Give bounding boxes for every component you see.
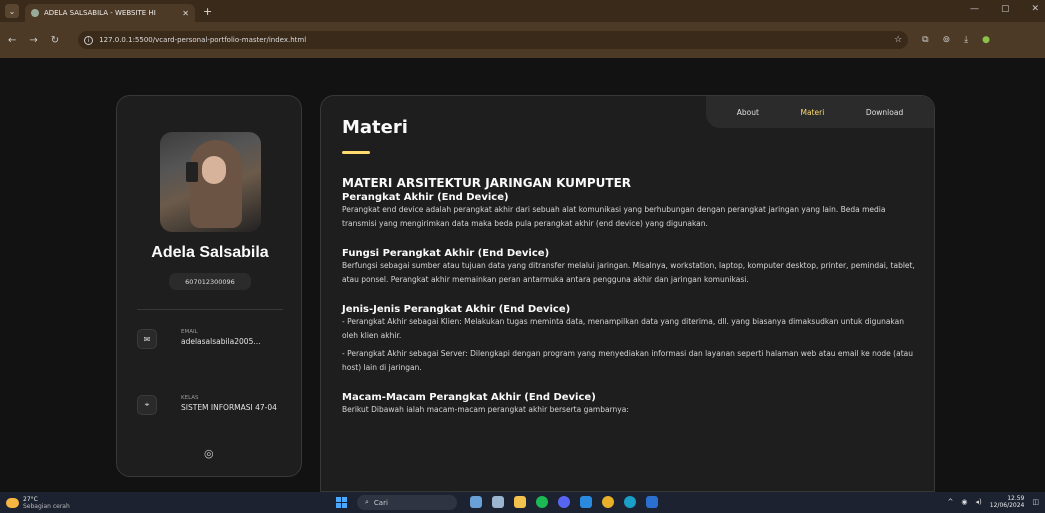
clock-date: 12/06/2024 <box>989 502 1025 509</box>
nim-badge: 607012300096 <box>169 273 251 290</box>
chrome-icon[interactable] <box>602 496 614 508</box>
weather-desc: Sebagian cerah <box>23 502 70 510</box>
nav-materi[interactable]: Materi <box>801 108 825 117</box>
section-3-text-1: - Perangkat Akhir sebagai Klien: Melakuk… <box>342 317 904 340</box>
back-icon[interactable]: ← <box>8 35 16 46</box>
volume-icon[interactable]: ◂) <box>976 498 982 506</box>
article-title: Materi <box>342 117 408 138</box>
tray-chevron-icon[interactable]: ^ <box>948 498 954 506</box>
spotify-icon[interactable] <box>536 496 548 508</box>
window-controls: — ▢ ✕ <box>970 4 1039 14</box>
profile-icon[interactable]: ● <box>982 35 990 45</box>
taskbar-search[interactable]: ⌕ Cari <box>357 495 457 510</box>
section-1-title: Perangkat Akhir (End Device) <box>342 192 509 203</box>
browser-tabbar: ⌄ ADELA SALSABILA - WEBSITE HI ✕ + — ▢ ✕ <box>0 0 1045 22</box>
widgets-icon[interactable] <box>470 496 482 508</box>
section-3-title: Jenis-Jenis Perangkat Akhir (End Device) <box>342 304 571 315</box>
clock-time: 12.59 <box>1007 495 1025 502</box>
site-info-icon[interactable]: i <box>84 35 94 45</box>
minimize-icon[interactable]: — <box>970 4 979 14</box>
vscode-icon[interactable] <box>580 496 592 508</box>
tab-search-icon[interactable]: ⌄ <box>5 4 19 18</box>
contact-email: ✉ EMAIL adelasalsabila2005... <box>137 329 291 349</box>
windows-start-icon[interactable] <box>336 497 347 508</box>
section-4-title: Macam-Macam Perangkat Akhir (End Device) <box>342 392 596 403</box>
new-tab-icon[interactable]: + <box>203 5 212 18</box>
nav-about[interactable]: About <box>737 108 759 117</box>
close-window-icon[interactable]: ✕ <box>1031 4 1039 14</box>
taskview-icon[interactable] <box>492 496 504 508</box>
network-icon[interactable]: ◉ <box>961 498 967 506</box>
browser-tab[interactable]: ADELA SALSABILA - WEBSITE HI ✕ <box>25 4 195 22</box>
navbar: About Materi Download <box>706 96 934 128</box>
tab-title: ADELA SALSABILA - WEBSITE HI <box>44 9 156 17</box>
reload-icon[interactable]: ↻ <box>51 35 59 46</box>
email-label: EMAIL <box>181 329 198 335</box>
weather-temp: 27°C <box>23 495 38 503</box>
page-body: Adela Salsabila 607012300096 ✉ EMAIL ade… <box>0 58 1045 492</box>
materi-article: About Materi Download Materi MATERI ARSI… <box>320 95 935 492</box>
kelas-label: KELAS <box>181 395 199 401</box>
clock[interactable]: 12.59 12/06/2024 <box>990 495 1025 509</box>
word-icon[interactable] <box>646 496 658 508</box>
main-heading: MATERI ARSITEKTUR JARINGAN KUMPUTER <box>342 176 632 190</box>
section-2-title: Fungsi Perangkat Akhir (End Device) <box>342 248 550 259</box>
taskbar-apps <box>470 496 658 508</box>
tab-groups-icon[interactable]: ⊚ <box>943 35 951 45</box>
article-content: MATERI ARSITEKTUR JARINGAN KUMPUTER Pera… <box>342 176 922 434</box>
forward-icon[interactable]: → <box>29 35 37 46</box>
search-icon: ⌕ <box>365 498 369 506</box>
extensions-icon[interactable]: ⧉ <box>922 35 928 45</box>
bookmark-star-icon[interactable]: ☆ <box>894 35 902 45</box>
system-tray: ^ ◉ ◂) 12.59 12/06/2024 ◫ <box>948 495 1039 509</box>
profile-name: Adela Salsabila <box>151 244 269 261</box>
weather-icon <box>6 497 19 508</box>
location-icon: ⌖ <box>137 395 157 415</box>
nav-download[interactable]: Download <box>866 108 903 117</box>
email-value[interactable]: adelasalsabila2005... <box>181 337 291 347</box>
edge-icon[interactable] <box>624 496 636 508</box>
title-underline <box>342 151 370 154</box>
notification-icon[interactable]: ◫ <box>1032 498 1039 506</box>
close-tab-icon[interactable]: ✕ <box>182 9 189 18</box>
discord-icon[interactable] <box>558 496 570 508</box>
weather-widget[interactable]: 27°C Sebagian cerah <box>6 496 70 510</box>
divider <box>137 309 283 310</box>
section-2-text: Berfungsi sebagai sumber atau tujuan dat… <box>342 261 915 284</box>
profile-sidebar: Adela Salsabila 607012300096 ✉ EMAIL ade… <box>116 95 302 477</box>
taskbar: 27°C Sebagian cerah ⌕ Cari ^ ◉ ◂) 12.59 … <box>0 492 1045 513</box>
search-label: Cari <box>373 498 388 507</box>
section-4-text: Berikut Dibawah ialah macam-macam perang… <box>342 405 629 414</box>
instagram-icon[interactable]: ◎ <box>204 447 214 460</box>
avatar <box>160 132 261 232</box>
url-text: 127.0.0.1:5500/vcard-personal-portfolio-… <box>99 36 307 44</box>
section-1-text: Perangkat end device adalah perangkat ak… <box>342 205 886 228</box>
favicon-icon <box>31 9 39 17</box>
kelas-value: SISTEM INFORMASI 47-04 <box>181 403 277 412</box>
address-bar-row: ← → ↻ i 127.0.0.1:5500/vcard-personal-po… <box>0 22 1045 58</box>
download-icon[interactable]: ⤓ <box>964 35 968 45</box>
mail-icon: ✉ <box>137 329 157 349</box>
section-3-text-2: - Perangkat Akhir sebagai Server: Dileng… <box>342 349 913 372</box>
maximize-icon[interactable]: ▢ <box>1001 4 1010 14</box>
contact-kelas: ⌖ KELAS SISTEM INFORMASI 47-04 <box>137 395 291 415</box>
file-explorer-icon[interactable] <box>514 496 526 508</box>
url-input[interactable]: i 127.0.0.1:5500/vcard-personal-portfoli… <box>78 31 909 49</box>
